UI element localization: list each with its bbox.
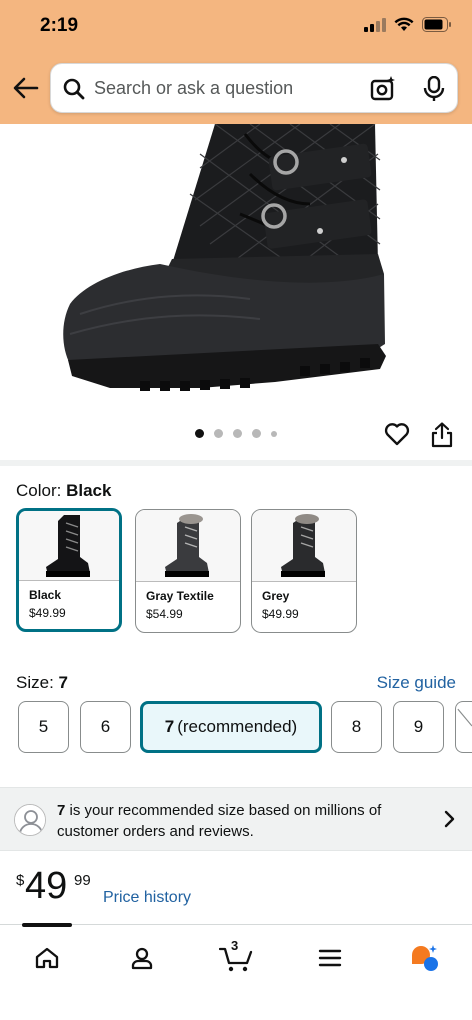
carousel-dot[interactable] bbox=[252, 429, 261, 438]
recommendation-message: is your recommended size based on millio… bbox=[57, 802, 382, 840]
color-thumbnail bbox=[252, 510, 356, 582]
boot-thumbnail-black bbox=[46, 514, 90, 577]
color-selected-value: Black bbox=[66, 481, 112, 500]
color-thumbnail bbox=[19, 511, 119, 581]
color-option-name: Gray Textile bbox=[146, 589, 214, 603]
cart-count-badge: 3 bbox=[231, 938, 239, 953]
camera-lens-icon[interactable] bbox=[369, 75, 397, 103]
size-option-7[interactable]: 7 (recommended) bbox=[140, 701, 322, 753]
account-icon bbox=[131, 947, 153, 970]
size-option-label: 7 bbox=[164, 717, 175, 736]
price-history-link[interactable]: Price history bbox=[103, 889, 191, 907]
color-label: Color: Black bbox=[16, 481, 111, 501]
size-option-label: 6 bbox=[100, 717, 111, 736]
nav-cart[interactable]: 3 bbox=[216, 938, 256, 975]
color-option-name: Black bbox=[29, 588, 62, 602]
avatar bbox=[14, 804, 46, 836]
bottom-nav: 3 bbox=[0, 923, 472, 1020]
size-option-unavailable[interactable] bbox=[455, 701, 472, 753]
carousel-dot[interactable] bbox=[233, 429, 242, 438]
active-tab-indicator bbox=[22, 923, 72, 927]
search-input[interactable]: Search or ask a question bbox=[94, 78, 293, 99]
size-option-6[interactable]: 6 bbox=[80, 701, 131, 753]
size-label-prefix: Size: bbox=[16, 673, 54, 692]
size-option-8[interactable]: 8 bbox=[331, 701, 382, 753]
color-option-price: $49.99 bbox=[29, 606, 66, 620]
color-option-black[interactable]: Black $49.99 bbox=[16, 508, 122, 632]
section-divider bbox=[0, 460, 472, 466]
search-bar[interactable]: Search or ask a question bbox=[50, 63, 458, 113]
home-icon bbox=[35, 947, 59, 969]
recommendation-text: 7 is your recommended size based on mill… bbox=[57, 800, 427, 842]
boot-thumbnail-gray-textile bbox=[165, 513, 209, 577]
size-option-label: 8 bbox=[351, 717, 362, 736]
price-currency-symbol: $ bbox=[16, 872, 25, 889]
unavailable-slash-icon bbox=[457, 708, 472, 727]
size-recommendation-bar[interactable]: 7 is your recommended size based on mill… bbox=[0, 787, 472, 851]
color-thumbnail bbox=[136, 510, 240, 582]
back-arrow-icon bbox=[13, 77, 39, 99]
nav-rufus[interactable] bbox=[404, 941, 444, 975]
search-icon bbox=[63, 78, 85, 100]
carousel-dot[interactable] bbox=[271, 430, 277, 437]
boot-image bbox=[63, 124, 386, 391]
color-option-grey[interactable]: Grey $49.99 bbox=[251, 509, 357, 633]
app-header: 2:19 Search or ask a question bbox=[0, 0, 472, 124]
status-icons bbox=[364, 17, 452, 32]
color-option-price: $54.99 bbox=[146, 607, 183, 621]
color-option-price: $49.99 bbox=[262, 607, 299, 621]
size-option-label: 9 bbox=[413, 717, 424, 736]
battery-icon bbox=[422, 17, 451, 32]
status-bar: 2:19 bbox=[0, 0, 472, 56]
price-fraction: 99 bbox=[74, 872, 91, 889]
recommendation-size: 7 bbox=[57, 802, 66, 819]
nav-home[interactable] bbox=[27, 941, 67, 975]
carousel-dot[interactable] bbox=[214, 429, 223, 438]
size-option-5[interactable]: 5 bbox=[18, 701, 69, 753]
size-selected-value: 7 bbox=[58, 673, 68, 692]
color-option-name: Grey bbox=[262, 589, 290, 603]
product-image[interactable] bbox=[0, 124, 472, 400]
carousel-dot[interactable] bbox=[195, 429, 204, 438]
status-time: 2:19 bbox=[40, 15, 79, 36]
size-label: Size: 7 bbox=[16, 673, 68, 693]
nav-menu[interactable] bbox=[310, 941, 350, 975]
rufus-icon bbox=[412, 945, 438, 971]
chevron-right-icon bbox=[444, 810, 455, 828]
size-option-9[interactable]: 9 bbox=[393, 701, 444, 753]
carousel-dots[interactable] bbox=[195, 429, 277, 438]
wifi-icon bbox=[394, 17, 414, 31]
size-guide-link[interactable]: Size guide bbox=[377, 673, 456, 693]
back-button[interactable] bbox=[10, 70, 42, 106]
share-icon[interactable] bbox=[430, 422, 454, 448]
nav-account[interactable] bbox=[122, 941, 162, 975]
price-whole: 49 bbox=[25, 865, 68, 907]
boot-thumbnail-grey bbox=[281, 513, 325, 577]
size-recommended-label: (recommended) bbox=[177, 717, 298, 736]
color-option-gray-textile[interactable]: Gray Textile $54.99 bbox=[135, 509, 241, 633]
menu-icon bbox=[318, 949, 342, 967]
heart-icon[interactable] bbox=[384, 422, 410, 446]
signal-icon bbox=[364, 17, 386, 32]
microphone-icon[interactable] bbox=[423, 76, 445, 102]
person-icon bbox=[15, 805, 45, 835]
image-controls bbox=[0, 400, 472, 460]
color-label-prefix: Color: bbox=[16, 481, 62, 500]
size-option-label: 5 bbox=[38, 717, 49, 736]
